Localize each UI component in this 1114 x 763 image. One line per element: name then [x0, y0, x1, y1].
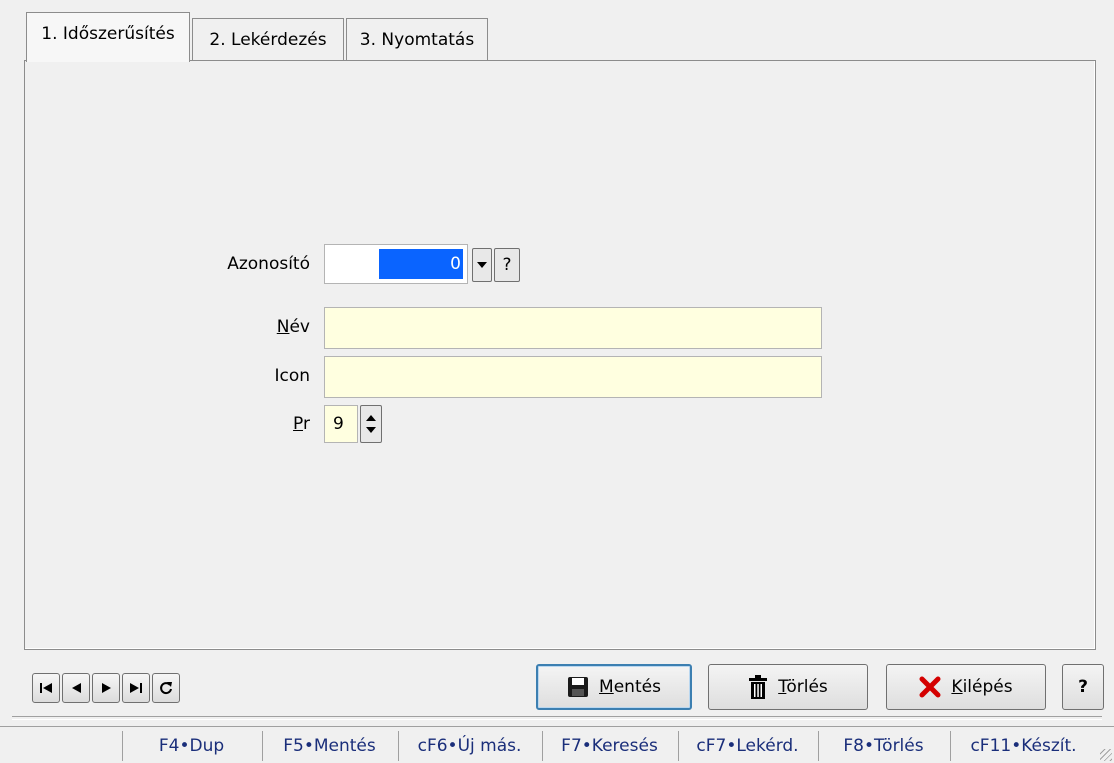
icon-label: Icon	[274, 366, 310, 386]
save-button[interactable]: Mentés	[536, 664, 692, 710]
first-record-button[interactable]	[32, 673, 60, 703]
tab-label: 1. Időszerűsítés	[41, 23, 175, 44]
azonosito-dropdown-button[interactable]	[472, 248, 492, 282]
last-record-icon	[130, 683, 142, 693]
question-mark-icon: ?	[502, 255, 512, 275]
pr-value: 9	[333, 414, 344, 434]
refresh-button[interactable]	[152, 673, 180, 703]
shortcut-f4-dup[interactable]: F4•Dup	[122, 731, 260, 761]
floppy-disk-icon	[568, 677, 589, 697]
azonosito-value: 0	[379, 249, 463, 279]
azonosito-field[interactable]: 0	[324, 244, 468, 284]
previous-record-button[interactable]	[62, 673, 90, 703]
refresh-icon	[160, 682, 172, 695]
icon-input[interactable]	[324, 356, 822, 398]
shortcut-bar: F4•Dup F5•Mentés cF6•Új más. F7•Keresés …	[0, 726, 1114, 763]
separator	[12, 716, 1102, 720]
shortcut-cf11-keszit[interactable]: cF11•Készít.	[950, 731, 1096, 761]
shortcut-cf6-uj-mas[interactable]: cF6•Új más.	[398, 731, 540, 761]
tab-idoszerusites[interactable]: 1. Időszerűsítés	[26, 12, 190, 62]
exit-button[interactable]: Kilépés	[886, 664, 1046, 710]
save-button-label: Mentés	[599, 677, 661, 697]
red-x-icon	[919, 676, 941, 698]
help-button[interactable]: ?	[1062, 664, 1104, 710]
nev-label-accel: N	[276, 317, 290, 337]
pr-label-rest: r	[303, 414, 310, 434]
resize-grip-icon[interactable]	[1100, 749, 1112, 761]
pr-input[interactable]: 9	[324, 405, 358, 443]
nev-input[interactable]	[324, 307, 822, 349]
next-record-button[interactable]	[92, 673, 120, 703]
trash-can-icon	[749, 675, 768, 699]
delete-button[interactable]: Törlés	[708, 664, 868, 710]
shortcut-f8-torles[interactable]: F8•Törlés	[818, 731, 948, 761]
dropdown-arrow-icon	[477, 262, 487, 268]
nev-label: Név	[180, 317, 310, 337]
tab-panel	[24, 60, 1096, 650]
azonosito-label: Azonosító	[227, 254, 310, 274]
tab-label: 2. Lekérdezés	[209, 29, 327, 50]
tab-lekerdezes[interactable]: 2. Lekérdezés	[192, 18, 344, 60]
shortcut-f7-kereses[interactable]: F7•Keresés	[542, 731, 676, 761]
tab-nyomtatas[interactable]: 3. Nyomtatás	[346, 18, 488, 60]
shortcut-cf7-lekerd[interactable]: cF7•Lekérd.	[678, 731, 816, 761]
azonosito-help-button[interactable]: ?	[494, 248, 520, 282]
pr-spinner[interactable]	[360, 405, 382, 443]
last-record-button[interactable]	[122, 673, 150, 703]
exit-button-label: Kilépés	[951, 677, 1013, 697]
pr-label: Pr	[180, 414, 310, 434]
delete-button-label: Törlés	[778, 677, 828, 697]
question-mark-icon: ?	[1078, 677, 1088, 697]
previous-record-icon	[71, 683, 81, 693]
next-record-icon	[101, 683, 111, 693]
tab-label: 3. Nyomtatás	[359, 29, 475, 50]
shortcut-f5-mentes[interactable]: F5•Mentés	[262, 731, 396, 761]
spin-down-icon	[366, 427, 376, 433]
pr-label-accel: P	[293, 414, 303, 434]
first-record-icon	[40, 683, 52, 693]
spin-up-icon	[366, 415, 376, 421]
nev-label-rest: év	[289, 317, 310, 337]
